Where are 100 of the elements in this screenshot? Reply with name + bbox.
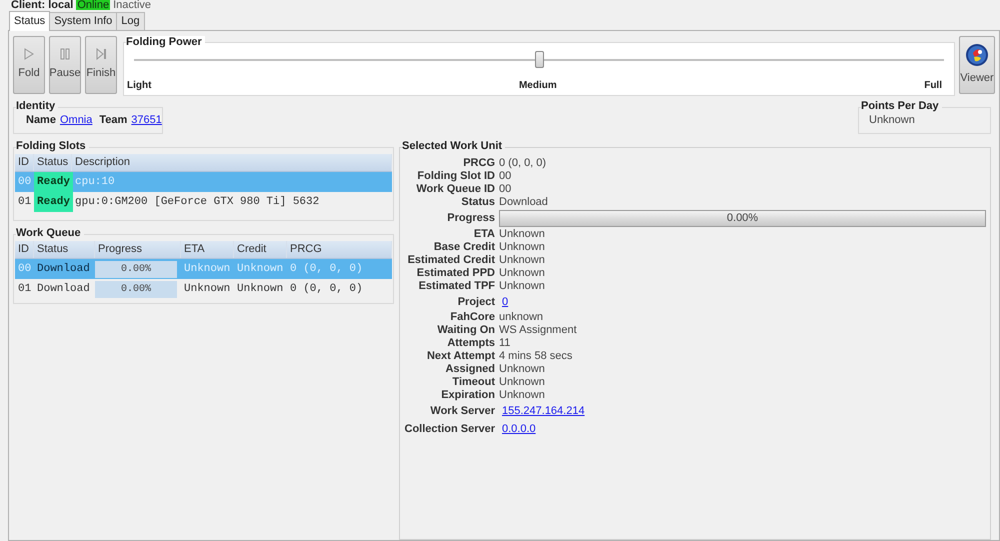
field-label: Work Queue ID [415, 182, 495, 197]
progress-text: 0.00% [726, 211, 758, 226]
table-cell-text: 01 [17, 282, 32, 297]
slider-label: Full [924, 79, 942, 93]
progress-text: 0.00% [120, 282, 151, 296]
field-label: FahCore [449, 310, 495, 325]
progress-text: 0.00% [120, 262, 151, 276]
group-title: Identity [16, 100, 58, 112]
field-label: Work Server [429, 404, 495, 419]
table-cell-text: Unknown [183, 262, 232, 277]
table-row[interactable]: 00 Ready cpu:10 [15, 172, 392, 192]
column-header[interactable]: Status [34, 154, 72, 171]
table-cell-text: 00 [17, 174, 32, 190]
client-label: Client: [11, 0, 46, 10]
field-value: Download [499, 195, 548, 210]
table-cell-text: 00 [17, 262, 32, 277]
field-value: Unknown [499, 240, 545, 255]
field-value: unknown [499, 310, 544, 325]
field-value: 00 [499, 182, 512, 197]
play-button[interactable]: Fold [13, 36, 45, 94]
field-value: Unknown [499, 227, 545, 242]
table-row[interactable]: 01 Ready gpu:0:GM200 [GeForce GTX 980 Ti] 5632 [15, 192, 392, 212]
client-name: local [48, 0, 74, 10]
slider-label: Light [127, 79, 152, 93]
field-label: Folding Slot ID [416, 169, 495, 184]
field-value: WS Assignment [499, 323, 577, 338]
play-icon [24, 48, 34, 60]
column-header[interactable]: ID [15, 154, 34, 171]
field-label: Status [460, 195, 495, 210]
status-label: Online [76, 0, 110, 10]
field-link[interactable]: 0.0.0.0 [502, 420, 536, 438]
field-label: Next Attempt [426, 349, 495, 364]
table-cell-text: Download [36, 262, 91, 277]
field-value: Unknown [499, 362, 545, 377]
field-label: Waiting On [436, 323, 495, 338]
table-cell-text: Unknown [183, 282, 232, 297]
status-badge: Ready [34, 192, 74, 212]
table-cell-text: gpu:0:GM200 [GeForce GTX 980 Ti] 5632 [74, 194, 320, 210]
column-header[interactable]: Credit [234, 241, 287, 258]
pause-button[interactable]: Pause [49, 36, 81, 94]
viewer-button[interactable]: Viewer [959, 36, 995, 94]
table-cell-text: cpu:10 [74, 174, 116, 190]
group-title: Folding Slots [16, 140, 89, 152]
slider-label: Medium [518, 79, 557, 93]
group-title: Folding Power [126, 36, 205, 48]
field-label: Assigned [444, 362, 495, 377]
tab[interactable]: Log [117, 12, 145, 30]
field-label: Estimated Credit [406, 253, 495, 268]
status-badge: Ready [34, 172, 74, 192]
tab[interactable]: Status [9, 11, 50, 31]
column-header[interactable]: Description [72, 154, 392, 171]
finish-button[interactable]: Finish [85, 36, 117, 94]
field-label: Team [99, 113, 128, 128]
field-label: Progress [446, 211, 495, 226]
field-label: Collection Server [404, 422, 495, 437]
column-header[interactable]: ETA [181, 241, 234, 258]
field-value: 4 mins 58 secs [499, 349, 572, 364]
field-label: Expiration [440, 388, 495, 404]
table-cell-text: 01 [17, 194, 32, 210]
field-label: Base Credit [432, 240, 495, 255]
pause-icon [60, 48, 70, 60]
field-link[interactable]: 155.247.164.214 [502, 402, 585, 420]
column-header[interactable]: PRCG [287, 241, 392, 258]
table-cell-text: 0 (0, 0, 0) [289, 282, 364, 297]
slider-thumb[interactable] [535, 51, 544, 68]
field-label: Timeout [451, 375, 495, 390]
column-header[interactable]: Status [34, 241, 95, 258]
field-label: Estimated PPD [416, 266, 495, 281]
field-value: Unknown [499, 388, 545, 404]
table-cell-text: Download [36, 282, 91, 297]
points-value: Unknown [869, 113, 915, 128]
field-label: Name [26, 113, 56, 128]
field-label: Project [456, 294, 495, 310]
table-cell-text: Unknown [236, 262, 284, 277]
column-header[interactable]: Progress [95, 241, 181, 258]
group-title: Points Per Day [861, 100, 942, 112]
field-link[interactable]: 0 [502, 294, 508, 310]
tab[interactable]: System Info [50, 12, 118, 30]
group-title: Selected Work Unit [402, 140, 506, 152]
field-value: 00 [499, 169, 512, 184]
name-link[interactable]: Omnia [60, 112, 92, 129]
field-value: Unknown [499, 266, 545, 281]
column-header[interactable]: ID [15, 241, 34, 258]
field-value: Unknown [499, 253, 545, 268]
status-label: Inactive [113, 0, 152, 10]
field-value: 11 [499, 336, 510, 351]
field-value: Unknown [499, 279, 545, 294]
table-row[interactable]: 00 Download 0.00% Unknown Unknown 0 (0, 0, 0) [15, 259, 392, 279]
globe-icon [965, 43, 989, 68]
team-link[interactable]: 37651 [131, 112, 162, 129]
field-label: PRCG [462, 156, 495, 171]
field-value: 0 (0, 0, 0) [499, 156, 546, 171]
group-title: Work Queue [16, 227, 84, 239]
field-label: ETA [472, 227, 495, 242]
table-cell-text: Unknown [236, 282, 284, 297]
field-value: Unknown [499, 375, 545, 390]
table-cell-text: 0 (0, 0, 0) [289, 262, 364, 277]
field-label: Estimated TPF [418, 279, 495, 294]
table-row[interactable]: 01 Download 0.00% Unknown Unknown 0 (0, 0, 0) [15, 279, 392, 299]
finish-icon [96, 48, 106, 60]
